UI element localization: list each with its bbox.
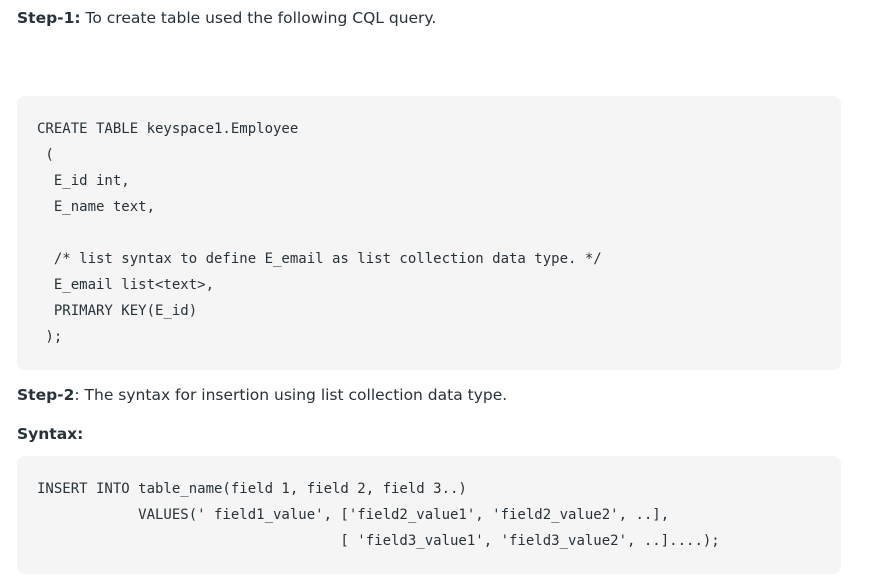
code-line: ); xyxy=(37,329,63,345)
code-line: E_name text, xyxy=(37,199,156,215)
code-line: [ 'field3_value1', 'field3_value2', ..].… xyxy=(37,533,720,549)
step-2-label: Step-2 xyxy=(17,386,75,404)
step-1-text: To create table used the following CQL q… xyxy=(80,9,437,27)
code-line: E_id int, xyxy=(37,173,130,189)
step-2-paragraph: Step-2: The syntax for insertion using l… xyxy=(17,385,507,405)
code-line: VALUES(' field1_value', ['field2_value1'… xyxy=(37,507,670,523)
code-line: E_email list<text>, xyxy=(37,277,215,293)
create-table-code-block: CREATE TABLE keyspace1.Employee ( E_id i… xyxy=(17,96,841,370)
code-line: CREATE TABLE keyspace1.Employee xyxy=(37,121,299,137)
syntax-label: Syntax: xyxy=(17,425,84,443)
code-line: PRIMARY KEY(E_id) xyxy=(37,303,198,319)
step-2-text: : The syntax for insertion using list co… xyxy=(74,386,508,404)
step-1-paragraph: Step-1: To create table used the followi… xyxy=(17,8,436,28)
code-line: ( xyxy=(37,147,54,163)
insert-syntax-code-block: INSERT INTO table_name(field 1, field 2,… xyxy=(17,456,841,574)
code-line: /* list syntax to define E_email as list… xyxy=(37,251,602,267)
code-line: INSERT INTO table_name(field 1, field 2,… xyxy=(37,481,467,497)
step-1-label: Step-1: xyxy=(17,9,81,27)
syntax-heading: Syntax: xyxy=(17,424,83,444)
